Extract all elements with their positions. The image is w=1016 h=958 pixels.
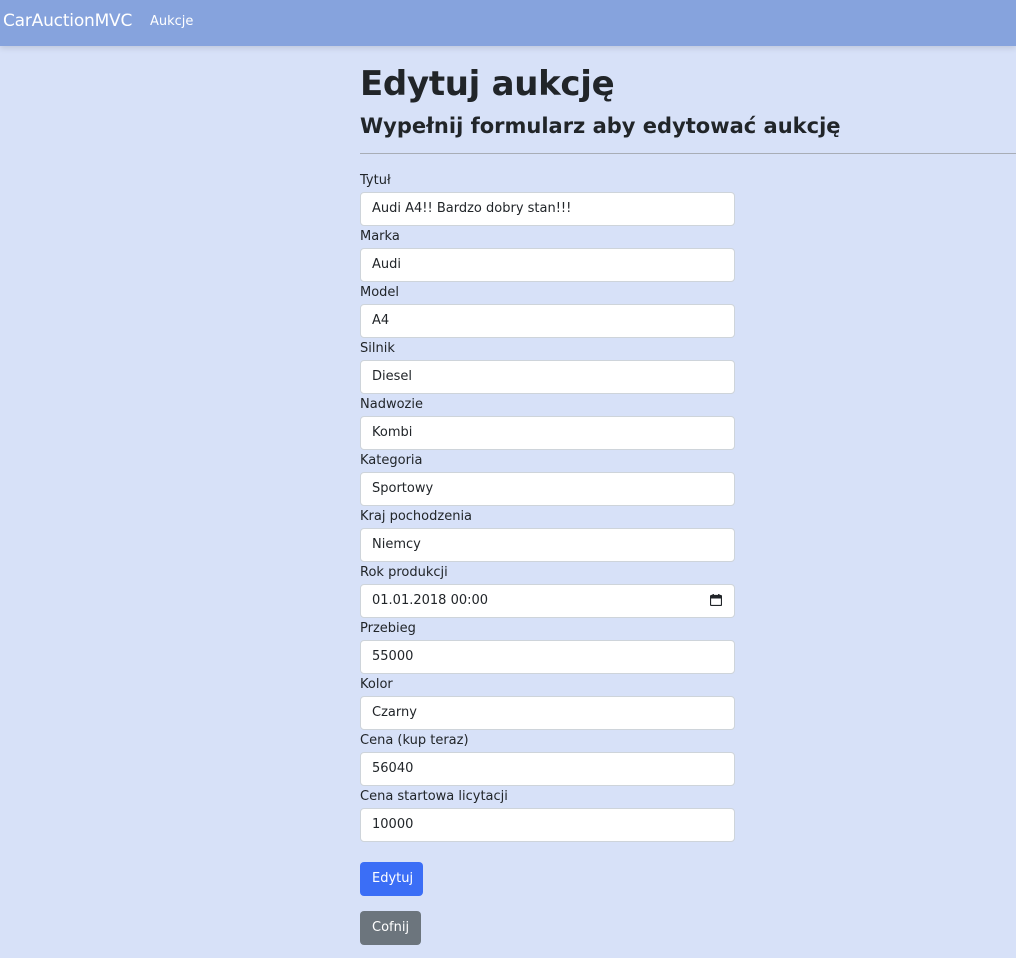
field-silnik: Silnik Diesel xyxy=(360,340,735,394)
field-label: Kraj pochodzenia xyxy=(360,509,473,524)
brand-link[interactable]: CarAuctionMVC xyxy=(3,11,132,31)
field-label: Model xyxy=(360,285,400,300)
field-label: Nadwozie xyxy=(360,397,423,412)
field-przebieg: Przebieg 55000 xyxy=(360,620,735,674)
calendar-icon[interactable] xyxy=(710,594,722,606)
field-tytul: Tytuł Audi A4!! Bardzo dobry stan!!! xyxy=(360,172,735,226)
field-label: Rok produkcji xyxy=(360,565,448,580)
field-kraj-pochodzenia: Kraj pochodzenia Niemcy xyxy=(360,508,735,562)
divider xyxy=(360,153,1016,154)
silnik-input[interactable]: Diesel xyxy=(360,360,735,394)
field-kolor: Kolor Czarny xyxy=(360,676,735,730)
field-label: Kategoria xyxy=(360,453,423,468)
kolor-input[interactable]: Czarny xyxy=(360,696,735,730)
field-label: Tytuł xyxy=(360,173,391,188)
page-title: Edytuj aukcję xyxy=(360,64,615,104)
cena-kup-teraz-input[interactable]: 56040 xyxy=(360,752,735,786)
field-label: Marka xyxy=(360,229,400,244)
date-value: 01.01.2018 00:00 xyxy=(372,593,489,608)
cofnij-button[interactable]: Cofnij xyxy=(360,911,421,945)
cena-startowa-input[interactable]: 10000 xyxy=(360,808,735,842)
kategoria-input[interactable]: Sportowy xyxy=(360,472,735,506)
kraj-pochodzenia-input[interactable]: Niemcy xyxy=(360,528,735,562)
model-input[interactable]: A4 xyxy=(360,304,735,338)
nadwozie-input[interactable]: Kombi xyxy=(360,416,735,450)
field-kategoria: Kategoria Sportowy xyxy=(360,452,735,506)
field-rok-produkcji: Rok produkcji 01.01.2018 00:00 xyxy=(360,564,735,618)
field-cena-kup-teraz: Cena (kup teraz) 56040 xyxy=(360,732,735,786)
nav-link-aukcje[interactable]: Aukcje xyxy=(150,14,193,29)
field-nadwozie: Nadwozie Kombi xyxy=(360,396,735,450)
top-navbar: CarAuctionMVC Aukcje xyxy=(0,0,1016,46)
tytul-input[interactable]: Audi A4!! Bardzo dobry stan!!! xyxy=(360,192,735,226)
field-label: Cena (kup teraz) xyxy=(360,733,469,748)
field-label: Cena startowa licytacji xyxy=(360,789,508,804)
przebieg-input[interactable]: 55000 xyxy=(360,640,735,674)
field-marka: Marka Audi xyxy=(360,228,735,282)
field-label: Przebieg xyxy=(360,621,416,636)
page-subtitle: Wypełnij formularz aby edytować aukcję xyxy=(360,114,841,138)
edytuj-button[interactable]: Edytuj xyxy=(360,862,423,896)
rok-produkcji-input[interactable]: 01.01.2018 00:00 xyxy=(360,584,735,618)
marka-input[interactable]: Audi xyxy=(360,248,735,282)
field-label: Kolor xyxy=(360,677,393,692)
field-label: Silnik xyxy=(360,341,395,356)
field-model: Model A4 xyxy=(360,284,735,338)
field-cena-startowa: Cena startowa licytacji 10000 xyxy=(360,788,735,842)
